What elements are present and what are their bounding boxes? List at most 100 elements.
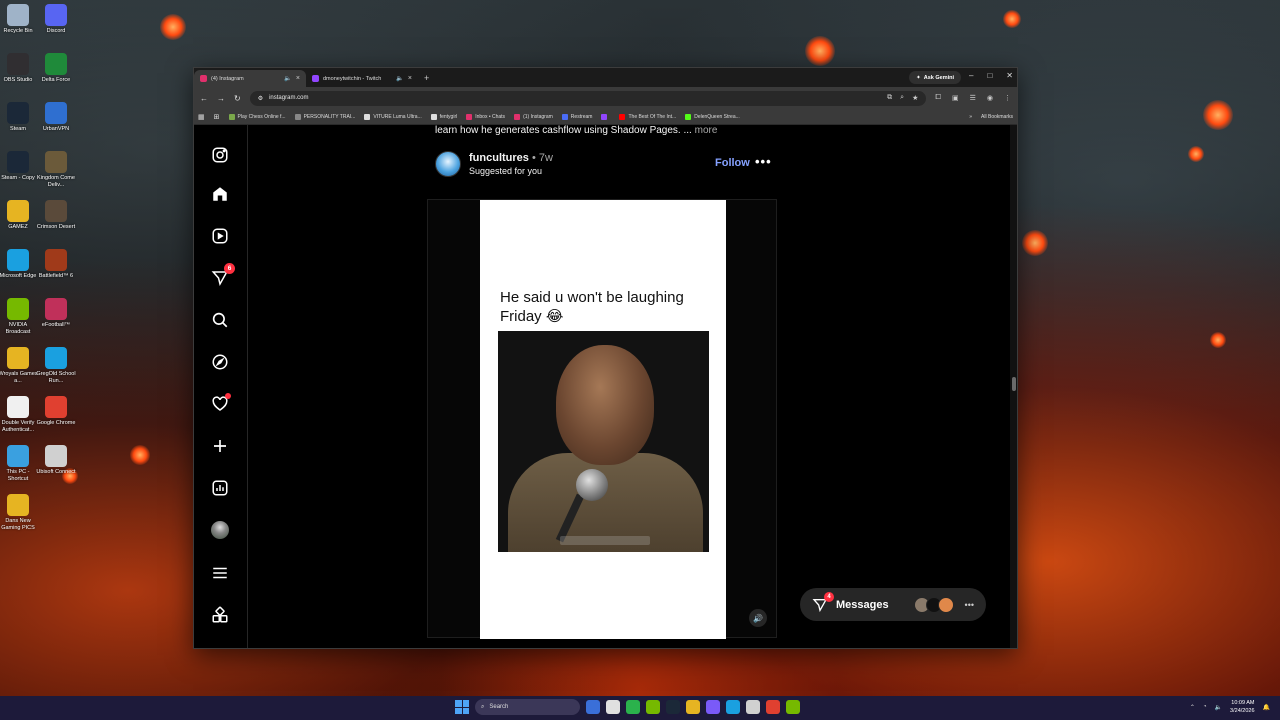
messages-button[interactable]: 4 Messages ••• [800, 588, 986, 621]
taskbar-app-icon[interactable] [746, 700, 760, 714]
bookmark-item[interactable] [601, 113, 610, 120]
desktop-icon[interactable]: Recycle Bin [0, 4, 38, 35]
menu-icon[interactable]: ⋮ [1004, 94, 1011, 102]
username-link[interactable]: funcultures [469, 152, 529, 164]
clock[interactable]: 10:09 AM 3/24/2026 [1230, 699, 1254, 715]
desktop-icon[interactable]: Dans New Gaming PICS [0, 494, 38, 532]
desktop-icon[interactable]: Wroyals Games a... [0, 347, 38, 385]
back-icon[interactable]: ← [200, 94, 208, 103]
desktop-icon[interactable]: Battlefield™ 6 [36, 249, 76, 280]
create-icon[interactable] [210, 436, 230, 456]
desktop-icon[interactable]: GAMEZ [0, 200, 38, 231]
desktop-icon[interactable]: eFootball™ [36, 298, 76, 329]
desktop-icon[interactable]: Google Chrome [36, 396, 76, 427]
explore-icon[interactable] [210, 352, 230, 372]
close-tab-icon[interactable]: × [296, 75, 300, 82]
taskbar-app-icon[interactable] [646, 700, 660, 714]
desktop-icon[interactable]: Steam - Copy [0, 151, 38, 182]
chevron-up-icon[interactable]: ⌃ [1190, 704, 1195, 711]
scrollbar-thumb[interactable] [1012, 377, 1016, 391]
bookmark-item[interactable]: Inbox • Chats [466, 113, 505, 120]
tab-twitch[interactable]: dmoneytwitchin - Twitch 🔈 × [306, 70, 418, 87]
dashboard-icon[interactable] [210, 478, 230, 498]
bookmark-star-icon[interactable]: ★ [912, 94, 918, 102]
taskbar-app-icon[interactable] [586, 700, 600, 714]
taskbar-app-icon[interactable] [606, 700, 620, 714]
desktop-icon[interactable]: UrbanVPN [36, 102, 76, 133]
forward-icon[interactable]: → [217, 94, 225, 103]
apps-icon[interactable]: ▦ [198, 113, 205, 121]
taskbar-app-icon[interactable] [726, 700, 740, 714]
bookmark-item[interactable]: DelenQueen Strea... [685, 113, 740, 120]
menu-hamburger-icon[interactable] [210, 563, 230, 583]
new-tab-button[interactable]: + [418, 73, 435, 83]
speaker-icon[interactable]: 🔈 [396, 75, 403, 82]
taskbar-search[interactable]: ⌕ Search [475, 699, 580, 715]
taskbar-app-icon[interactable] [666, 700, 680, 714]
taskbar-app-icon[interactable] [626, 700, 640, 714]
all-bookmarks-folder[interactable]: All Bookmarks [981, 114, 1013, 120]
taskbar-app-icon[interactable] [766, 700, 780, 714]
maximize-icon[interactable]: □ [987, 71, 992, 80]
desktop-icon[interactable]: This PC - Shortcut [0, 445, 38, 483]
close-tab-icon[interactable]: × [408, 75, 412, 82]
desktop-icon[interactable]: Double Verify Authenticat... [0, 396, 38, 434]
desktop-icon[interactable]: Ubisoft Connect [36, 445, 76, 476]
bookmark-item[interactable]: Restream [561, 113, 592, 120]
desktop-icon[interactable]: NVIDIA Broadcast [0, 298, 38, 336]
start-button-icon[interactable] [455, 700, 469, 714]
site-info-icon[interactable]: ⚙ [258, 95, 263, 102]
taskbar-app-icon[interactable] [786, 700, 800, 714]
tab-instagram[interactable]: (4) Instagram 🔈 × [194, 70, 306, 87]
desktop-icon[interactable]: Delta Force [36, 53, 76, 84]
bookmark-item[interactable]: fentygirl [430, 113, 457, 120]
bookmark-item[interactable]: Play Chess Online f... [228, 113, 286, 120]
reading-list-icon[interactable]: ☰ [970, 94, 976, 102]
instagram-logo-icon[interactable] [210, 145, 230, 165]
follow-button[interactable]: Follow [715, 157, 750, 169]
post-media[interactable]: He said u won't be laughing Friday 😂 🔊 [427, 199, 777, 639]
bookmark-item[interactable]: (1) Instagram [514, 113, 553, 120]
bookmarks-overflow-icon[interactable]: » [969, 114, 972, 120]
reels-icon[interactable] [210, 226, 230, 246]
taskbar-app-icon[interactable] [706, 700, 720, 714]
bookmark-item[interactable]: The Best Of The Int... [619, 113, 676, 120]
volume-tray-icon[interactable]: 🔈 [1215, 704, 1222, 711]
desktop-icon[interactable]: Microsoft Edge [0, 249, 38, 280]
bookmark-item[interactable]: PERSONALITY TRAI... [294, 113, 355, 120]
profile-avatar[interactable] [210, 520, 230, 540]
profile-icon[interactable]: ◉ [987, 94, 993, 102]
reload-icon[interactable]: ↻ [234, 94, 241, 103]
home-icon[interactable] [210, 184, 230, 204]
page-scrollbar[interactable] [1010, 125, 1017, 648]
bookmark-item[interactable]: VITURE Luma Ultra... [364, 113, 422, 120]
caption-more-link[interactable]: more [695, 125, 718, 136]
zoom-icon[interactable]: ⌕ [900, 94, 904, 102]
search-icon[interactable] [210, 310, 230, 330]
address-bar[interactable]: ⚙ instagram.com ⧉ ⌕ ★ [249, 90, 927, 106]
tab-groups-icon[interactable]: ⊞ [214, 113, 220, 121]
network-icon[interactable]: ◔ [1203, 704, 1207, 710]
desktop-icon[interactable]: GregOld School Run... [36, 347, 76, 385]
desktop-icon[interactable]: Crimson Desert [36, 200, 76, 231]
post-author-avatar[interactable] [435, 151, 461, 177]
app-icon [7, 298, 29, 320]
more-options-icon[interactable]: ••• [755, 154, 772, 169]
extensions-icon[interactable]: ⧠ [935, 94, 941, 102]
heart-icon[interactable] [210, 393, 231, 414]
also-from-meta-icon[interactable] [210, 605, 230, 625]
desktop-icon[interactable]: Steam [0, 102, 38, 133]
direct-messages-icon[interactable]: 6 [210, 263, 235, 288]
minimize-icon[interactable]: – [969, 71, 973, 80]
install-app-icon[interactable]: ⧉ [887, 94, 892, 102]
desktop-icon[interactable]: OBS Studio [0, 53, 38, 84]
desktop-icon[interactable]: Discord [36, 4, 76, 35]
speaker-icon[interactable]: 🔈 [284, 75, 291, 82]
taskbar-app-icon[interactable] [686, 700, 700, 714]
split-view-icon[interactable]: ▣ [952, 94, 959, 102]
close-window-icon[interactable]: ✕ [1006, 71, 1013, 80]
desktop-icon[interactable]: Kingdom Come Deliv... [36, 151, 76, 189]
ask-gemini-button[interactable]: ✦ Ask Gemini [909, 71, 961, 84]
volume-icon[interactable]: 🔊 [749, 609, 767, 627]
notifications-icon[interactable]: 🔔 [1263, 704, 1270, 711]
